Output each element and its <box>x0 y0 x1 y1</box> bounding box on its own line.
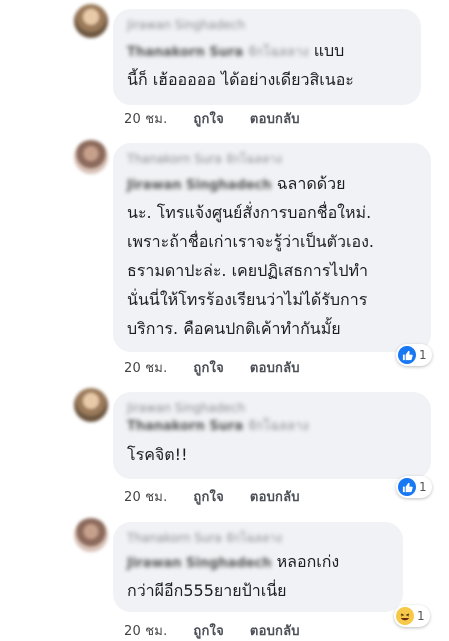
reply-button[interactable]: ตอบกลับ <box>250 624 300 639</box>
tagged-user[interactable]: Thanakorn Sura จักโฉลลาง <box>127 45 309 60</box>
tagged-user[interactable]: Jirawan Singhadech <box>127 556 272 571</box>
reaction-count: 1 <box>417 609 425 623</box>
reply-button[interactable]: ตอบกลับ <box>250 112 300 127</box>
timestamp[interactable]: 20 ชม. <box>124 624 167 639</box>
timestamp[interactable]: 20 ชม. <box>124 112 167 127</box>
like-button[interactable]: ถูกใจ <box>193 361 224 376</box>
reaction-count: 1 <box>419 348 427 362</box>
avatar[interactable] <box>74 388 108 422</box>
comment-actions: 20 ชม. ถูกใจ ตอบกลับ <box>124 357 326 378</box>
like-button[interactable]: ถูกใจ <box>193 490 224 505</box>
reply-button[interactable]: ตอบกลับ <box>250 361 300 376</box>
comment-line: โรคจิต!! <box>127 445 188 464</box>
avatar[interactable] <box>74 4 108 38</box>
comment-line: ธรามดาปะล่ะ. เคยปฏิเสธการไปทำ <box>127 261 369 280</box>
comment-text: Jirawan Singhadech ฉลาดด้วย นะ. โทรแจ้งศ… <box>127 169 417 343</box>
reaction-summary[interactable]: 1 <box>396 476 432 498</box>
comment-text: Jirawan Singhadech หลอกเก่ง กว่าผีอีก555… <box>127 547 389 605</box>
tagged-user[interactable]: Jirawan Singhadech <box>127 178 272 193</box>
comment-text-tail: ฉลาดด้วย <box>276 174 346 193</box>
comment-text: Thanakorn Sura จักโฉลลาง แบบ นี้ก็ เฮ้ออ… <box>127 36 407 94</box>
thumbs-up-icon <box>398 346 416 364</box>
comment-line: กว่าผีอีก555ยายป้าเนี่ย <box>127 581 287 600</box>
timestamp[interactable]: 20 ชม. <box>124 361 167 376</box>
tagged-user[interactable]: Thanakorn Sura จักโฉลลาง <box>127 417 417 437</box>
comment-bubble: Thanakorn Sura จักโฉลลาง Jirawan Singhad… <box>113 143 431 352</box>
comment-actions: 20 ชม. ถูกใจ ตอบกลับ <box>124 108 326 129</box>
like-button[interactable]: ถูกใจ <box>193 112 224 127</box>
avatar[interactable] <box>74 518 108 552</box>
like-button[interactable]: ถูกใจ <box>193 624 224 639</box>
comment-text-tail: แบบ <box>313 41 345 60</box>
thumbs-up-icon <box>398 478 416 496</box>
comment-author[interactable]: Jirawan Singhadech <box>127 400 417 417</box>
laughing-face-icon <box>396 607 414 625</box>
comment-text-tail: หลอกเก่ง <box>276 552 340 571</box>
comment-author[interactable]: Jirawan Singhadech <box>127 17 407 34</box>
reaction-count: 1 <box>419 480 427 494</box>
comment-line: บริการ. คือคนปกติเค้าทำกันมั้ย <box>127 319 341 338</box>
reply-button[interactable]: ตอบกลับ <box>250 490 300 505</box>
comment-actions: 20 ชม. ถูกใจ ตอบกลับ <box>124 486 326 507</box>
comment-author[interactable]: Thanakorn Sura จักโฉลลาง <box>127 151 417 168</box>
comment-line: นั่นนี่ให้โทรร้องเรียนว่าไม่ได้รับการ <box>127 290 368 309</box>
comment-text: โรคจิต!! <box>127 440 417 469</box>
comment-bubble: Thanakorn Sura จักโฉลลาง Jirawan Singhad… <box>113 522 403 612</box>
comment-bubble: Jirawan Singhadech Thanakorn Sura จักโฉล… <box>113 392 431 479</box>
reaction-summary[interactable]: 1 <box>394 605 430 627</box>
comment-line: นะ. โทรแจ้งศูนย์สั่งการบอกชื่อใหม่. <box>127 203 372 222</box>
avatar[interactable] <box>74 140 108 174</box>
timestamp[interactable]: 20 ชม. <box>124 490 167 505</box>
comment-line: เพราะถ้าชื่อเก่าเราจะรู้ว่าเป็นตัวเอง. <box>127 232 374 251</box>
comment-author[interactable]: Thanakorn Sura จักโฉลลาง <box>127 530 389 547</box>
comment-actions: 20 ชม. ถูกใจ ตอบกลับ <box>124 620 326 641</box>
comment-line: นี้ก็ เฮ้อออออ ได้อย่างเดียวสิเนอะ <box>127 70 354 89</box>
comment-bubble: Jirawan Singhadech Thanakorn Sura จักโฉล… <box>113 9 421 105</box>
reaction-summary[interactable]: 1 <box>396 344 432 366</box>
